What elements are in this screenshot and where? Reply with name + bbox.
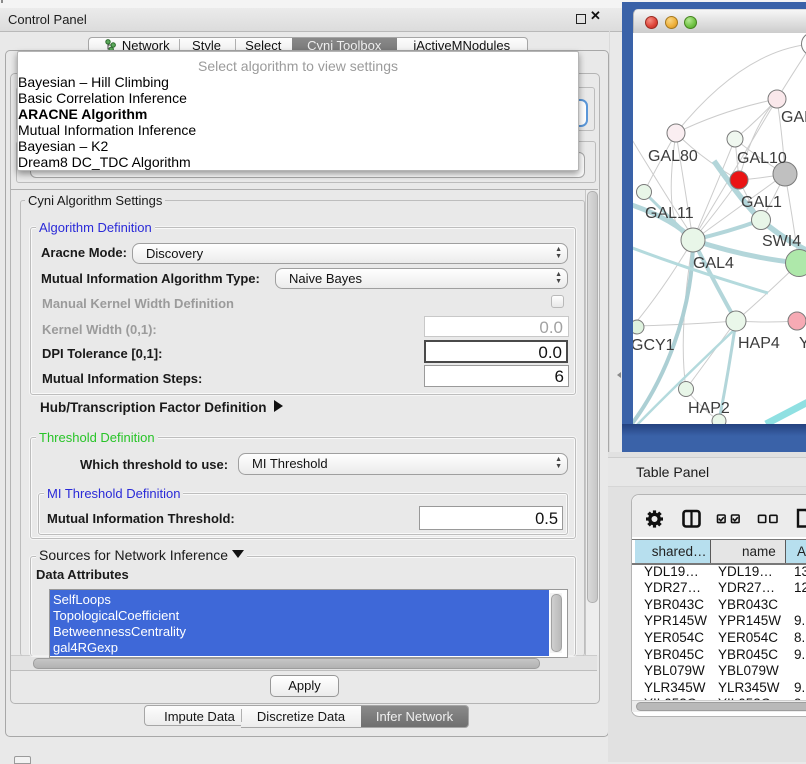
svg-text:GAL1: GAL1: [741, 194, 782, 211]
svg-text:SWI4: SWI4: [762, 233, 801, 250]
svg-text:HAP2: HAP2: [688, 400, 730, 417]
svg-text:GAL4: GAL4: [693, 255, 734, 272]
svg-text:GCY1: GCY1: [633, 337, 675, 354]
svg-text:GAL7: GAL7: [781, 109, 806, 126]
svg-text:HAP4: HAP4: [738, 335, 780, 352]
svg-text:GAL11: GAL11: [645, 205, 694, 222]
svg-text:GAL10: GAL10: [737, 150, 787, 167]
svg-text:Y: Y: [799, 335, 806, 352]
svg-text:GAL80: GAL80: [648, 148, 698, 165]
